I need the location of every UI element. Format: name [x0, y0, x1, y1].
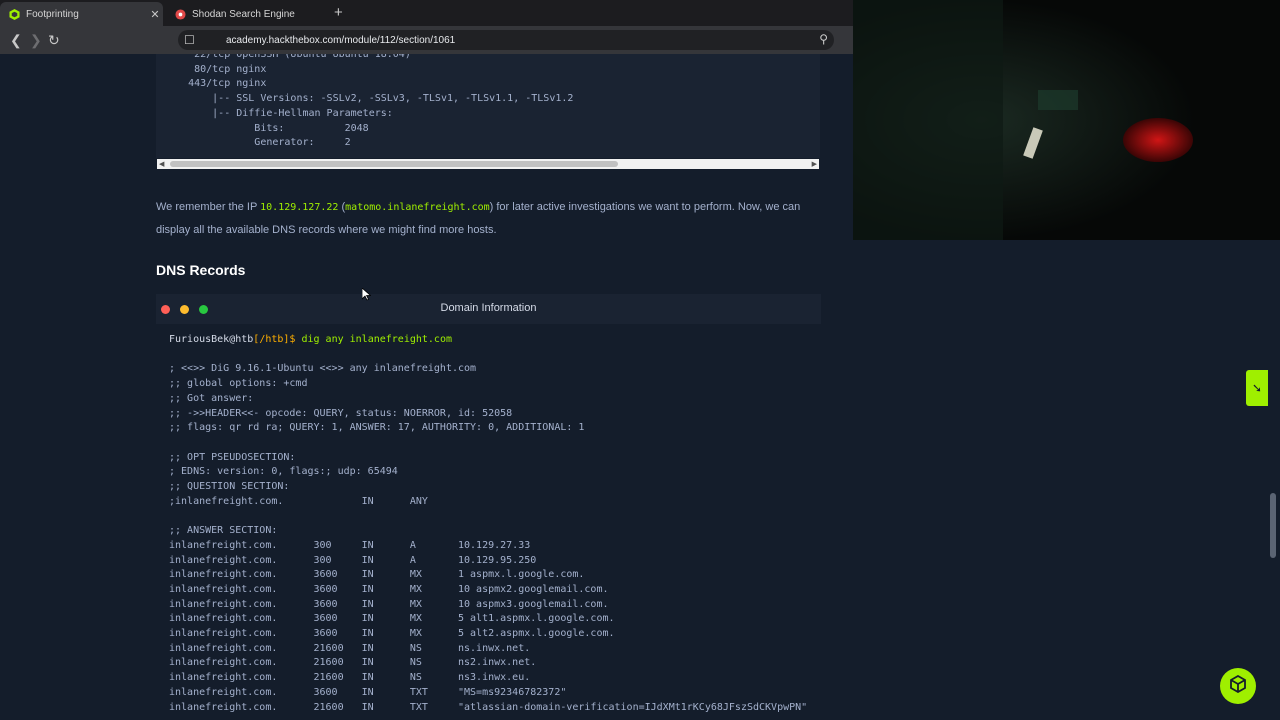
terminal-header: Domain Information: [156, 294, 821, 324]
arrow-icon: ➘: [1251, 381, 1263, 395]
horizontal-scrollbar[interactable]: ◀ ▶: [157, 159, 819, 169]
help-button[interactable]: [1220, 668, 1256, 704]
cube-icon: [1229, 674, 1247, 698]
tab-shodan[interactable]: Shodan Search Engine: [166, 2, 326, 26]
browser-toolbar: ❮ ❯ ↻ ☐ academy.hackthebox.com/module/11…: [0, 26, 853, 71]
webcam-overlay: [853, 0, 1280, 240]
code-block: 22/tcp OpenSSH (Ubuntu Ubuntu 18.04) 80/…: [156, 54, 820, 158]
paragraph-text: We remember the IP: [156, 201, 261, 213]
address-bar[interactable]: ☐ academy.hackthebox.com/module/112/sect…: [178, 30, 834, 50]
tab-title: Shodan Search Engine: [192, 8, 295, 20]
tab-footprinting[interactable]: Footprinting ✕: [0, 2, 163, 26]
back-icon[interactable]: ❮: [10, 32, 22, 49]
terminal-output: ; <<>> DiG 9.16.1-Ubuntu <<>> any inlane…: [169, 363, 808, 713]
terminal-body: FuriousBek@htb[/htb]$ dig any inlanefrei…: [169, 333, 807, 715]
bookmark-icon[interactable]: ☐: [184, 33, 204, 47]
section-heading: DNS Records: [156, 262, 246, 278]
vertical-scrollbar[interactable]: [1270, 493, 1276, 558]
terminal-window: Domain Information FuriousBek@htb[/htb]$…: [156, 294, 821, 720]
ip-address: 10.129.127.22: [260, 202, 339, 213]
new-tab-icon[interactable]: +: [334, 4, 343, 21]
right-background: [853, 240, 1280, 720]
forward-icon[interactable]: ❯: [30, 32, 42, 49]
prompt-command: dig any inlanefreight.com: [295, 334, 452, 345]
paragraph: We remember the IP 10.129.127.22 (matomo…: [156, 196, 821, 242]
shodan-icon: [174, 8, 186, 20]
reload-icon[interactable]: ↻: [48, 32, 60, 49]
prompt-user: FuriousBek@htb: [169, 334, 254, 345]
prompt-path: [/htb]$: [253, 334, 296, 345]
scroll-left-icon[interactable]: ◀: [159, 160, 164, 168]
scrollbar-thumb[interactable]: [170, 161, 618, 167]
url-text: academy.hackthebox.com/module/112/sectio…: [226, 34, 456, 46]
mouse-cursor-icon: [361, 287, 372, 306]
zoom-icon[interactable]: ⚲: [819, 32, 828, 46]
code-output: 22/tcp OpenSSH (Ubuntu Ubuntu 18.04) 80/…: [188, 54, 574, 149]
page-content: 22/tcp OpenSSH (Ubuntu Ubuntu 18.04) 80/…: [0, 54, 853, 720]
close-tab-icon[interactable]: ✕: [147, 8, 163, 21]
terminal-title: Domain Information: [440, 302, 537, 314]
side-panel-toggle[interactable]: ➘: [1246, 370, 1268, 406]
tab-bar: Footprinting ✕ Shodan Search Engine +: [0, 0, 853, 26]
tab-title: Footprinting: [26, 8, 79, 20]
hostname: matomo.inlanefreight.com: [345, 202, 490, 213]
scroll-right-icon[interactable]: ▶: [812, 160, 817, 168]
hackthebox-icon: [8, 8, 20, 20]
